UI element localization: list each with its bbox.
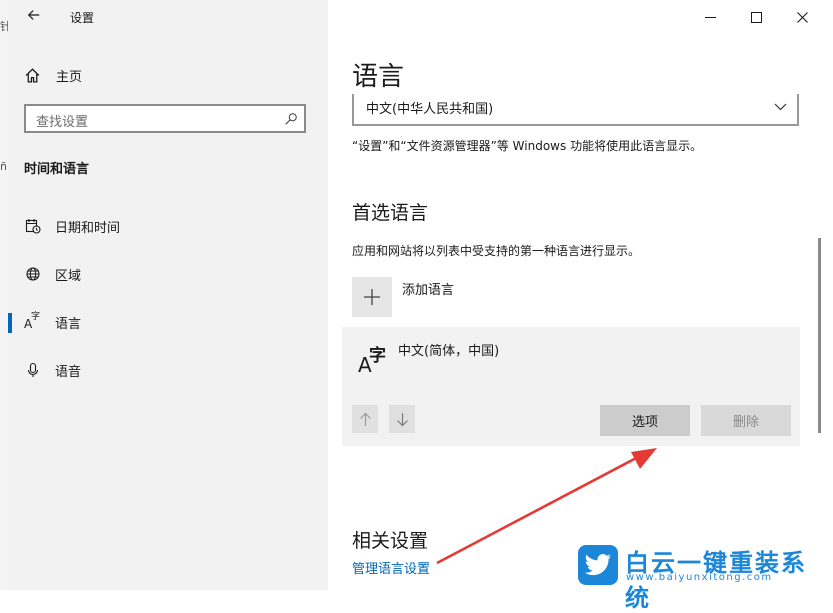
sidebar-item-region[interactable]: 区域: [24, 262, 314, 286]
options-button[interactable]: 选项: [600, 405, 690, 436]
chevron-down-icon: [774, 103, 787, 111]
window-title: 设置: [70, 11, 95, 25]
sidebar-item-label: 主页: [56, 69, 83, 85]
sidebar-item-language[interactable]: A 字 语言: [24, 310, 314, 334]
calendar-clock-icon: [24, 217, 42, 235]
back-arrow-icon[interactable]: [24, 6, 44, 28]
display-language-note: “设置”和“文件资源管理器”等 Windows 功能将使用此语言显示。: [352, 139, 703, 153]
plus-icon: [364, 289, 380, 305]
search-input[interactable]: 查找设置: [24, 104, 306, 133]
minimize-icon: [704, 16, 716, 18]
sidebar-item-label: 语音: [55, 364, 82, 380]
add-language-label[interactable]: 添加语言: [402, 279, 454, 298]
microphone-icon: [24, 361, 42, 379]
arrow-up-icon: [359, 412, 371, 426]
scrollbar[interactable]: [818, 238, 821, 433]
language-icon-char: 字: [369, 346, 386, 366]
move-down-button[interactable]: [389, 405, 415, 433]
selection-indicator: [8, 313, 12, 333]
add-language-button[interactable]: [352, 277, 392, 317]
minimize-button[interactable]: [688, 4, 732, 30]
watermark-url: www.baiyunxitong.com: [626, 572, 773, 583]
watermark-logo: 白云一键重装系统 www.baiyunxitong.com: [578, 545, 828, 612]
sidebar-item-label: 语言: [55, 316, 82, 332]
dropdown-value: 中文(中华人民共和国): [366, 102, 494, 117]
section-title: 时间和语言: [24, 162, 90, 177]
arrow-down-icon: [396, 412, 408, 426]
page-title: 语言: [352, 62, 405, 92]
maximize-button[interactable]: [734, 4, 778, 30]
sidebar-item-label: 区域: [55, 268, 82, 284]
language-icon-char: 字: [31, 312, 41, 322]
language-list-item[interactable]: A 字 中文(简体，中国) 选项 删除: [342, 327, 800, 446]
sidebar-item-home[interactable]: 主页: [24, 64, 82, 86]
background-glyph: ñ: [0, 160, 7, 173]
close-icon: [796, 11, 808, 23]
close-button[interactable]: [780, 4, 824, 30]
display-language-dropdown[interactable]: 中文(中华人民共和国): [352, 94, 799, 126]
maximize-icon: [750, 11, 762, 23]
move-up-button[interactable]: [352, 405, 378, 433]
preferred-languages-heading: 首选语言: [352, 202, 429, 224]
manage-language-settings-link[interactable]: 管理语言设置: [352, 558, 430, 577]
language-icon: A 字: [356, 341, 386, 377]
search-placeholder: 查找设置: [36, 115, 89, 130]
sidebar: 设置 主页 查找设置 时间和语言 日期和时间 区域 A 字 语言 语音: [8, 0, 328, 590]
language-name: 中文(简体，中国): [398, 344, 500, 359]
globe-icon: [24, 265, 42, 283]
preferred-languages-description: 应用和网站将以列表中受支持的第一种语言进行显示。: [352, 244, 641, 258]
sidebar-item-label: 日期和时间: [55, 220, 121, 236]
related-settings-heading: 相关设置: [352, 530, 429, 552]
remove-button[interactable]: 删除: [701, 405, 791, 436]
bird-icon: [578, 545, 618, 585]
sidebar-item-date-time[interactable]: 日期和时间: [24, 214, 314, 238]
search-icon: [285, 113, 297, 125]
language-icon: A 字: [24, 313, 42, 331]
main-content: 语言 中文(中华人民共和国) “设置”和“文件资源管理器”等 Windows 功…: [328, 0, 833, 590]
sidebar-item-speech[interactable]: 语音: [24, 358, 314, 382]
home-icon: [25, 67, 40, 83]
